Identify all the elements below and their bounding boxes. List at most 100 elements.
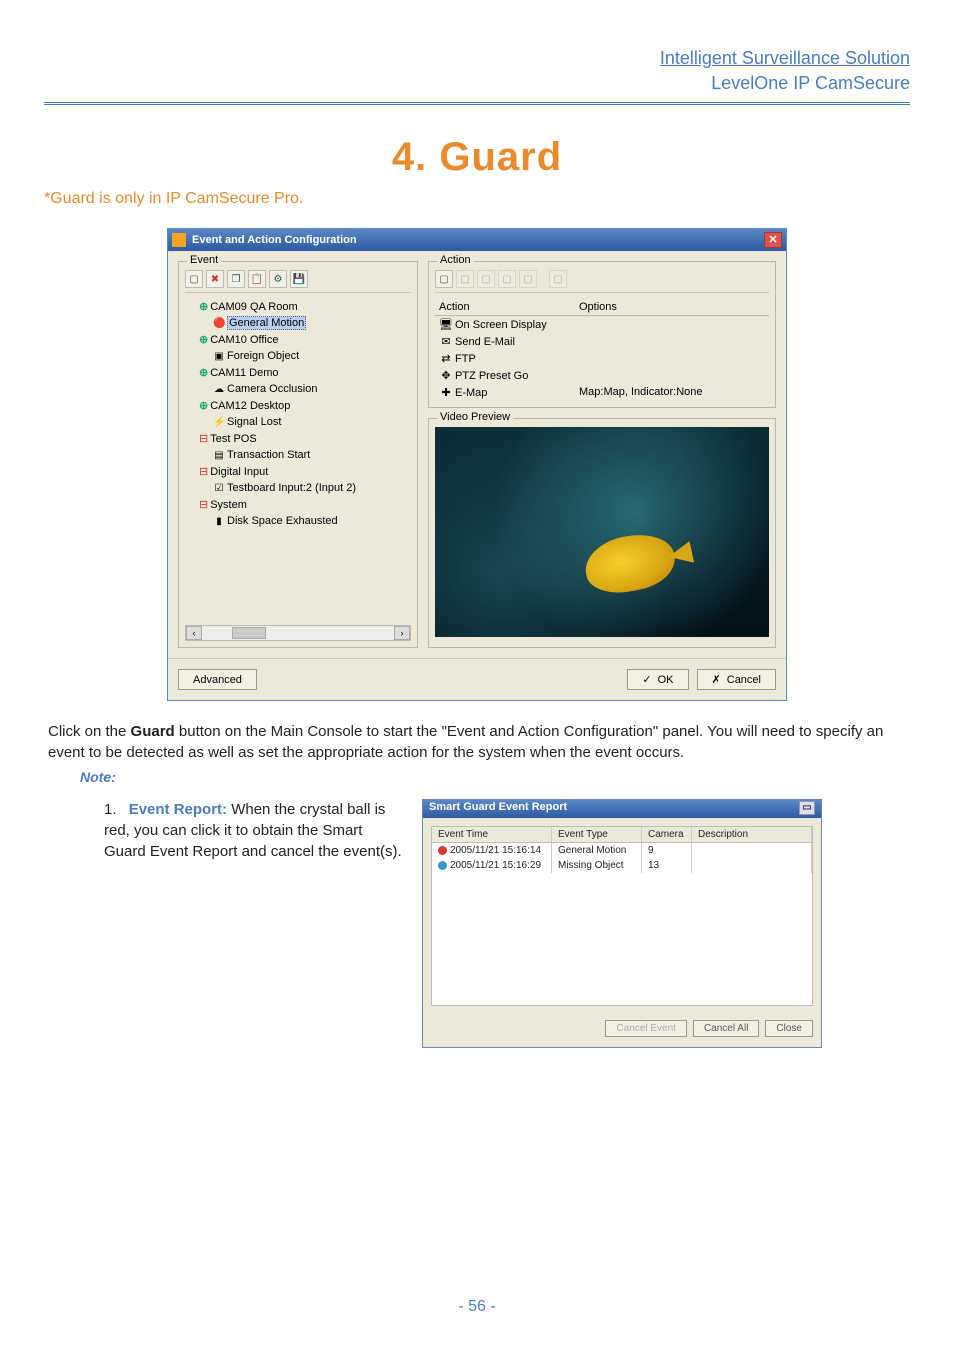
minimize-icon[interactable]: ▭ xyxy=(799,801,815,815)
camera-icon: ⊕ xyxy=(199,400,208,412)
tb-copy-icon[interactable]: ❐ xyxy=(227,270,245,288)
action-toolbar: ▢ ▢ ▢ ▢ ▢ ▢ xyxy=(435,270,769,293)
tree-leaf[interactable]: Foreign Object xyxy=(227,350,299,362)
digital-input-icon: ⊟ xyxy=(199,466,208,478)
report-row[interactable]: 2005/11/21 15:16:14 General Motion 9 xyxy=(432,843,812,858)
disk-icon: ▮ xyxy=(213,514,225,530)
header-line1: Intelligent Surveillance Solution xyxy=(44,48,910,69)
tb-a6-icon[interactable]: ▢ xyxy=(549,270,567,288)
action-label[interactable]: PTZ Preset Go xyxy=(455,370,528,382)
tb-delete-icon[interactable]: ✖ xyxy=(206,270,224,288)
body-paragraph: Click on the Guard button on the Main Co… xyxy=(48,721,906,763)
event-tree[interactable]: ⊕CAM09 QA Room 🔴General Motion ⊕CAM10 Of… xyxy=(185,299,411,619)
camera-icon: ⊕ xyxy=(199,367,208,379)
dialog-titlebar[interactable]: Event and Action Configuration ✕ xyxy=(168,229,786,251)
camera-icon: ⊕ xyxy=(199,301,208,313)
action-list[interactable]: Action Options 🖥On Screen Display ✉Send … xyxy=(435,299,769,401)
foreign-object-icon: ▣ xyxy=(213,349,225,365)
col-event-type[interactable]: Event Type xyxy=(552,827,642,842)
motion-icon: 🔴 xyxy=(213,316,225,332)
tb-a3-icon[interactable]: ▢ xyxy=(477,270,495,288)
tb-save-icon[interactable]: 💾 xyxy=(290,270,308,288)
action-options: Map:Map, Indicator:None xyxy=(575,384,769,401)
tree-leaf[interactable]: Testboard Input:2 (Input 2) xyxy=(227,482,356,494)
ok-button[interactable]: ✓OK xyxy=(627,669,688,690)
report-titlebar[interactable]: Smart Guard Event Report ▭ xyxy=(423,800,821,818)
tb-props-icon[interactable]: ⚙ xyxy=(269,270,287,288)
tree-leaf[interactable]: Transaction Start xyxy=(227,449,310,461)
action-col-header: Action xyxy=(435,299,575,315)
event-action-dialog: Event and Action Configuration ✕ Event ▢… xyxy=(167,228,787,701)
preview-legend: Video Preview xyxy=(437,411,513,423)
video-preview xyxy=(435,427,769,637)
tree-node[interactable]: CAM09 QA Room xyxy=(210,301,297,313)
tree-node[interactable]: Digital Input xyxy=(210,466,268,478)
occlusion-icon: ☁ xyxy=(213,382,225,398)
cancel-button[interactable]: ✗Cancel xyxy=(697,669,776,690)
video-preview-fieldset: Video Preview xyxy=(428,418,776,648)
action-options xyxy=(575,316,769,333)
action-fieldset: Action ▢ ▢ ▢ ▢ ▢ ▢ Action Options xyxy=(428,261,776,408)
warning-icon xyxy=(172,233,186,247)
chapter-title: 4. Guard xyxy=(44,135,910,180)
note-label: Note: xyxy=(80,769,910,785)
col-description[interactable]: Description xyxy=(692,827,812,842)
header-line2: LevelOne IP CamSecure xyxy=(44,73,910,94)
cancel-event-button[interactable]: Cancel Event xyxy=(605,1020,686,1037)
col-camera[interactable]: Camera xyxy=(642,827,692,842)
tree-node[interactable]: Test POS xyxy=(210,433,256,445)
emap-icon: ✚ xyxy=(439,386,453,399)
advanced-button[interactable]: Advanced xyxy=(178,669,257,690)
ptz-icon: ✥ xyxy=(439,369,453,382)
list-item-1: 1. Event Report: When the crystal ball i… xyxy=(104,799,404,862)
scroll-right-icon[interactable]: › xyxy=(394,626,410,640)
system-icon: ⊟ xyxy=(199,499,208,511)
tree-node[interactable]: CAM12 Desktop xyxy=(210,400,290,412)
tree-leaf[interactable]: Signal Lost xyxy=(227,416,281,428)
action-label[interactable]: On Screen Display xyxy=(455,319,547,331)
crystal-ball-icon xyxy=(438,846,447,855)
action-legend: Action xyxy=(437,254,474,266)
tb-a4-icon[interactable]: ▢ xyxy=(498,270,516,288)
action-label[interactable]: Send E-Mail xyxy=(455,336,515,348)
report-row[interactable]: 2005/11/21 15:16:29 Missing Object 13 xyxy=(432,858,812,873)
tree-leaf[interactable]: Camera Occlusion xyxy=(227,383,317,395)
scroll-thumb[interactable] xyxy=(232,627,266,639)
close-button[interactable]: Close xyxy=(765,1020,813,1037)
x-icon: ✗ xyxy=(712,673,721,686)
ftp-icon: ⇄ xyxy=(439,352,453,365)
tb-paste-icon[interactable]: 📋 xyxy=(248,270,266,288)
tree-leaf[interactable]: General Motion xyxy=(227,316,306,330)
mail-icon: ✉ xyxy=(439,335,453,348)
event-legend: Event xyxy=(187,254,221,266)
action-label[interactable]: FTP xyxy=(455,353,476,365)
event-toolbar: ▢ ✖ ❐ 📋 ⚙ 💾 xyxy=(185,270,411,293)
tb-new-action-icon[interactable]: ▢ xyxy=(435,270,453,288)
osd-icon: 🖥 xyxy=(439,318,453,331)
signal-lost-icon: ⚡ xyxy=(213,415,225,431)
check-icon: ✓ xyxy=(642,673,651,686)
tree-node[interactable]: CAM10 Office xyxy=(210,334,278,346)
tb-new-icon[interactable]: ▢ xyxy=(185,270,203,288)
input-icon: ☑ xyxy=(213,481,225,497)
tree-node[interactable]: CAM11 Demo xyxy=(210,367,278,379)
header-rule xyxy=(44,102,910,105)
tb-a2-icon[interactable]: ▢ xyxy=(456,270,474,288)
col-event-time[interactable]: Event Time xyxy=(432,827,552,842)
report-grid[interactable]: Event Time Event Type Camera Description… xyxy=(431,826,813,1006)
options-col-header: Options xyxy=(575,299,769,315)
dialog-title: Event and Action Configuration xyxy=(192,234,357,246)
crystal-ball-icon xyxy=(438,861,447,870)
action-label[interactable]: E-Map xyxy=(455,387,487,399)
tree-leaf[interactable]: Disk Space Exhausted xyxy=(227,515,338,527)
event-report-dialog: Smart Guard Event Report ▭ Event Time Ev… xyxy=(422,799,822,1048)
cancel-all-button[interactable]: Cancel All xyxy=(693,1020,759,1037)
close-icon[interactable]: ✕ xyxy=(764,232,782,248)
guard-pro-note: *Guard is only in IP CamSecure Pro. xyxy=(44,190,910,208)
scroll-left-icon[interactable]: ‹ xyxy=(186,626,202,640)
horizontal-scrollbar[interactable]: ‹ › xyxy=(185,625,411,641)
camera-icon: ⊕ xyxy=(199,334,208,346)
tb-a5-icon[interactable]: ▢ xyxy=(519,270,537,288)
tree-node[interactable]: System xyxy=(210,499,247,511)
page-number: - 56 - xyxy=(0,1298,954,1316)
